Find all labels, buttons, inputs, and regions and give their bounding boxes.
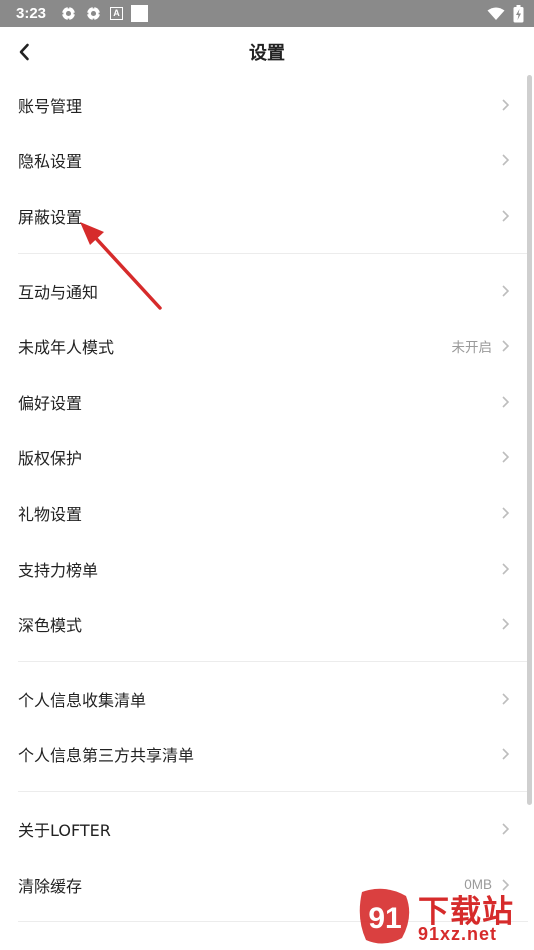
chevron-right-icon bbox=[502, 562, 510, 575]
watermark-url: 91xz.net bbox=[418, 924, 498, 944]
settings-item-label: 未成年人模式 bbox=[18, 338, 115, 358]
group-divider bbox=[0, 244, 528, 263]
minor-mode-status: 未开启 bbox=[451, 340, 493, 356]
chevron-right-icon bbox=[502, 618, 510, 630]
chevron-right-icon bbox=[502, 693, 510, 705]
nav-bar: 设置 bbox=[0, 27, 534, 77]
settings-item-third-party-sharing[interactable]: 个人信息第三方共享清单 bbox=[0, 727, 528, 783]
settings-item-label: 个人信息收集清单 bbox=[18, 690, 147, 710]
wifi-icon bbox=[487, 7, 505, 20]
status-time: 3:23 bbox=[16, 5, 47, 22]
chevron-right-icon bbox=[502, 748, 510, 760]
a-badge-icon: A bbox=[110, 7, 124, 20]
settings-item-label: 版权保护 bbox=[18, 449, 83, 469]
chevron-right-icon bbox=[502, 451, 510, 463]
settings-item-dark-mode[interactable]: 深色模式 bbox=[0, 596, 528, 652]
settings-item-label: 个人信息第三方共享清单 bbox=[18, 746, 195, 766]
scrollbar[interactable] bbox=[527, 75, 532, 805]
watermark-logo-icon: 91 bbox=[359, 888, 410, 944]
settings-item-label: 账号管理 bbox=[18, 96, 83, 116]
settings-item-label: 关于LOFTER bbox=[18, 820, 111, 840]
settings-gear-icon bbox=[60, 5, 77, 22]
chevron-right-icon bbox=[502, 99, 510, 111]
settings-item-preferences[interactable]: 偏好设置 bbox=[0, 374, 528, 430]
settings-item-privacy[interactable]: 隐私设置 bbox=[0, 133, 528, 189]
settings-item-label: 互动与通知 bbox=[18, 282, 99, 302]
chevron-right-icon bbox=[502, 507, 510, 519]
settings-item-gift[interactable]: 礼物设置 bbox=[0, 485, 528, 541]
group-divider bbox=[0, 652, 528, 671]
status-icons-right bbox=[487, 4, 524, 23]
settings-item-minor-mode[interactable]: 未成年人模式 未开启 bbox=[0, 318, 528, 374]
settings-item-label: 深色模式 bbox=[18, 616, 83, 636]
settings-item-copyright[interactable]: 版权保护 bbox=[0, 430, 528, 486]
group-divider bbox=[0, 782, 528, 801]
chevron-right-icon bbox=[502, 154, 510, 166]
chevron-right-icon bbox=[502, 210, 510, 222]
settings-item-about[interactable]: 关于LOFTER bbox=[0, 801, 528, 857]
settings-item-label: 支持力榜单 bbox=[18, 560, 99, 580]
settings-item-account-management[interactable]: 账号管理 bbox=[0, 77, 528, 133]
settings-item-personal-info-collection[interactable]: 个人信息收集清单 bbox=[0, 671, 528, 727]
settings-item-interaction-notification[interactable]: 互动与通知 bbox=[0, 263, 528, 319]
chevron-right-icon bbox=[502, 823, 510, 835]
svg-text:91: 91 bbox=[368, 902, 401, 935]
settings-item-label: 屏蔽设置 bbox=[18, 207, 83, 227]
status-icons-left: A bbox=[60, 5, 149, 22]
settings-item-support-ranking[interactable]: 支持力榜单 bbox=[0, 541, 528, 597]
watermark: 91 下载站 91xz.net bbox=[354, 886, 530, 948]
chevron-right-icon bbox=[502, 285, 510, 297]
chevron-right-icon bbox=[502, 396, 510, 408]
settings-list: 账号管理 隐私设置 屏蔽设置 互动与通知 未成年人模式 未开启 偏好设置 版权保… bbox=[0, 77, 528, 931]
status-bar: 3:23 A bbox=[0, 0, 534, 27]
page-title: 设置 bbox=[249, 43, 285, 64]
settings-item-block[interactable]: 屏蔽设置 bbox=[0, 188, 528, 244]
settings-item-label: 隐私设置 bbox=[18, 152, 83, 172]
settings-item-label: 清除缓存 bbox=[18, 876, 83, 896]
square-icon bbox=[131, 5, 149, 22]
settings-item-label: 礼物设置 bbox=[18, 504, 83, 524]
settings-item-label: 偏好设置 bbox=[18, 393, 83, 413]
chevron-right-icon bbox=[502, 340, 510, 352]
settings-gear-icon bbox=[85, 5, 102, 22]
battery-charging-icon bbox=[513, 4, 524, 22]
